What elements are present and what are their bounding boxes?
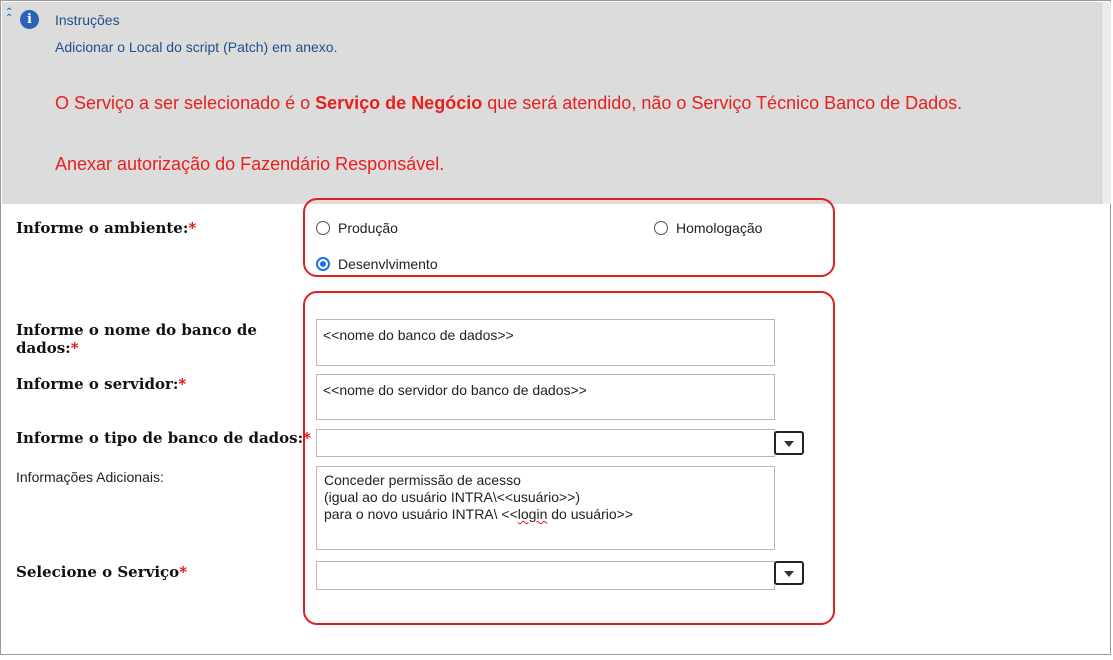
radio-desenvolvimento[interactable]: Desenvlvimento: [316, 256, 438, 272]
info-line-3-post: do usuário>>: [547, 506, 633, 522]
instructions-patch-line: Adicionar o Local do script (Patch) em a…: [55, 39, 338, 55]
warning-text-post: que será atendido, não o Serviço Técnico…: [482, 93, 963, 113]
servidor-label: Informe o servidor:*: [16, 375, 186, 393]
servidor-input[interactable]: <<nome do servidor do banco de dados>>: [316, 374, 775, 420]
ambiente-label-text: Informe o ambiente:: [16, 219, 189, 237]
servico-dropdown-arrow-icon[interactable]: [774, 561, 804, 585]
servico-label: Selecione o Serviço*: [16, 563, 187, 581]
info-line-3-pre: para o novo usuário INTRA\ <<: [324, 506, 518, 522]
radio-producao-circle[interactable]: [316, 221, 330, 235]
tipo-dropdown-arrow-icon[interactable]: [774, 431, 804, 455]
instructions-authorization-warning: Anexar autorização do Fazendário Respons…: [55, 154, 445, 174]
tipo-label-text: Informe o tipo de banco de dados:: [16, 429, 304, 447]
servico-label-text: Selecione o Serviço: [16, 563, 180, 581]
warning-text-pre: O Serviço a ser selecionado é o: [55, 93, 316, 113]
form-frame: ⌃ ⌃ i Instruções Adicionar o Local do scr…: [0, 0, 1111, 655]
servico-select[interactable]: [316, 561, 775, 590]
tipo-label: Informe o tipo de banco de dados:*: [16, 429, 311, 447]
radio-producao[interactable]: Produção: [316, 220, 398, 236]
servidor-label-text: Informe o servidor:: [16, 375, 179, 393]
radio-homologacao[interactable]: Homologação: [654, 220, 762, 236]
radio-desenvolvimento-label: Desenvlvimento: [338, 256, 438, 272]
required-mark: *: [303, 429, 312, 447]
warning-text-bold: Serviço de Negócio: [315, 93, 483, 113]
radio-homologacao-label: Homologação: [676, 220, 763, 236]
required-mark: *: [178, 375, 187, 393]
radio-producao-label: Produção: [338, 220, 398, 236]
collapse-chevron-icon[interactable]: ⌃ ⌃: [5, 8, 15, 24]
banco-input[interactable]: <<nome do banco de dados>>: [316, 319, 775, 366]
radio-homologacao-circle[interactable]: [654, 221, 668, 235]
radio-desenvolvimento-circle[interactable]: [316, 257, 330, 271]
instructions-panel: ⌃ ⌃ i Instruções Adicionar o Local do scr…: [2, 2, 1101, 204]
instructions-service-warning: O Serviço a ser selecionado é o Serviço …: [55, 93, 962, 114]
required-mark: *: [70, 339, 79, 357]
info-label: Informações Adicionais:: [16, 469, 164, 485]
required-mark: *: [188, 219, 197, 237]
required-mark: *: [179, 563, 188, 581]
banco-label-line1: Informe o nome do banco de: [16, 321, 257, 339]
info-line-2: (igual ao do usuário INTRA\<<usuário>>): [324, 489, 581, 505]
ambiente-label: Informe o ambiente:*: [16, 219, 196, 237]
info-line-1: Conceder permissão de acesso: [324, 472, 521, 488]
instructions-scrollbar[interactable]: [1101, 2, 1111, 204]
banco-label: Informe o nome do banco de dados:*: [16, 321, 257, 357]
instructions-title: Instruções: [55, 12, 120, 28]
info-line-3-spellcheck: login: [517, 506, 548, 522]
info-icon: i: [20, 10, 39, 29]
tipo-select[interactable]: [316, 429, 775, 457]
info-textarea[interactable]: Conceder permissão de acesso (igual ao do…: [316, 466, 775, 550]
banco-label-line2: dados:: [16, 339, 71, 357]
